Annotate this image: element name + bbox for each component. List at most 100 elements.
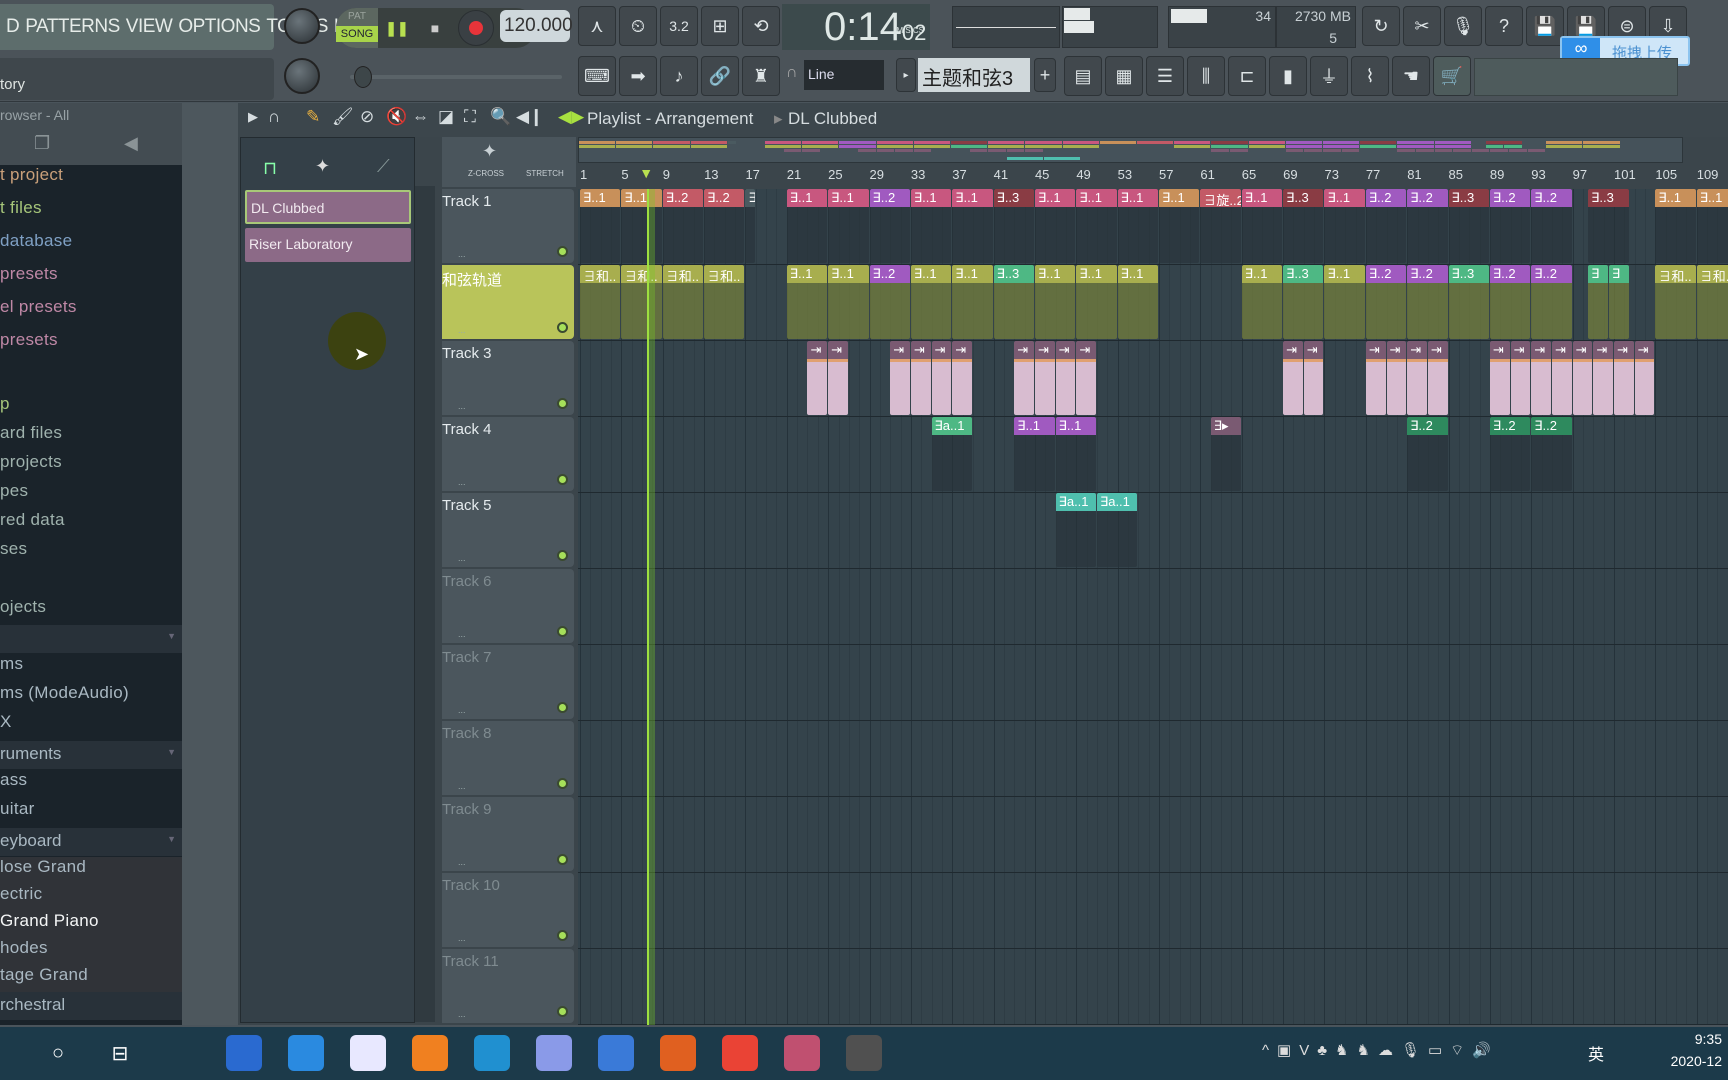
master-pitch-knob[interactable] bbox=[284, 58, 320, 94]
playlist-clip[interactable]: ∃..1 bbox=[580, 189, 621, 263]
browser-item[interactable]: hodes bbox=[0, 938, 48, 958]
track-header[interactable]: Track 4... bbox=[442, 417, 574, 491]
tempo-display[interactable]: 120.000 bbox=[500, 10, 573, 42]
playlist-clip[interactable]: ∃a..1 bbox=[931, 417, 972, 491]
arrow-icon[interactable]: ➡ bbox=[619, 56, 657, 96]
track-header[interactable]: Track 11... bbox=[442, 949, 574, 1023]
mixer-icon[interactable]: ⫼ bbox=[1187, 56, 1225, 96]
undo-icon[interactable]: ↻ bbox=[1362, 6, 1400, 46]
track-options[interactable]: ... bbox=[458, 629, 466, 639]
playlist-clip[interactable]: ∃..1 bbox=[1117, 265, 1159, 339]
track-header[interactable]: Track 9... bbox=[442, 797, 574, 871]
browser-title[interactable]: rowser - All bbox=[0, 103, 182, 123]
track-header[interactable]: Track 6... bbox=[442, 569, 574, 643]
timeline-ruler[interactable]: 1 5 9 13 17 21 25 29 33 37 41 45 49 53 57 61 65 69 73 77 81 8… bbox=[578, 163, 1728, 187]
playlist-overview-scrollbar[interactable] bbox=[578, 137, 1683, 163]
menu-item-options[interactable]: OPTIONS bbox=[178, 16, 261, 38]
piano-roll-icon[interactable]: ▦ bbox=[1105, 56, 1143, 96]
browser-item[interactable]: pes bbox=[0, 481, 28, 501]
track-mute-toggle[interactable] bbox=[557, 322, 568, 333]
pencil-icon[interactable]: ✎ bbox=[306, 107, 320, 127]
playlist-clip[interactable]: ∃..2 bbox=[1365, 265, 1407, 339]
help-icon[interactable]: ? bbox=[1485, 6, 1523, 46]
browser-item[interactable]: ms bbox=[0, 654, 23, 674]
track-options[interactable]: ... bbox=[458, 249, 466, 259]
browser-item[interactable]: X bbox=[0, 712, 12, 732]
playlist-clip[interactable]: ∃..2 bbox=[1489, 417, 1531, 491]
edge-icon[interactable] bbox=[474, 1035, 510, 1071]
project-icon[interactable]: ▮ bbox=[1269, 56, 1307, 96]
track-mute-toggle[interactable] bbox=[557, 854, 568, 865]
playlist-clip[interactable]: ∃..3 bbox=[993, 189, 1034, 263]
audio-icon[interactable]: ✦ bbox=[315, 156, 330, 177]
playlist-clip[interactable]: ∃ bbox=[1608, 265, 1629, 339]
track-mute-toggle[interactable] bbox=[557, 246, 568, 257]
arrangement-grid[interactable]: ∃..1 ∃..1 ∃..2 ∃..2 ∃ ∃..1 ∃..1 ∃..2 ∃..1 ∃..1 ∃..… bbox=[578, 189, 1728, 1025]
track-options[interactable]: ... bbox=[458, 857, 466, 867]
store-icon[interactable] bbox=[226, 1035, 262, 1071]
typing-keyboard-icon[interactable]: ⌨ bbox=[578, 56, 616, 96]
playlist-clip[interactable]: ⇥ bbox=[828, 341, 848, 415]
playlist-clip[interactable]: ⇥ bbox=[807, 341, 828, 415]
track-options[interactable]: ... bbox=[458, 325, 466, 335]
playhead-marker[interactable]: ▼ bbox=[639, 165, 653, 181]
add-pattern-button[interactable]: + bbox=[1034, 58, 1056, 92]
playlist-clip[interactable]: ∃..1 bbox=[1034, 265, 1076, 339]
stretch-label[interactable]: STRETCH bbox=[526, 169, 564, 178]
playlist-clip[interactable]: ∃..3 bbox=[1283, 265, 1324, 339]
playlist-icon[interactable]: ▤ bbox=[1064, 56, 1102, 96]
playlist-clip[interactable]: ⇥ bbox=[1303, 341, 1324, 415]
playlist-clip[interactable]: ⇥ bbox=[890, 341, 910, 415]
browser-item[interactable]: t project bbox=[0, 165, 63, 185]
track-options[interactable]: ... bbox=[458, 401, 466, 411]
browser-item[interactable]: ass bbox=[0, 770, 27, 790]
playlist-clip[interactable]: ⇥ bbox=[931, 341, 952, 415]
track-header[interactable]: Track 1... bbox=[442, 189, 574, 263]
playlist-clip[interactable]: ⇥ bbox=[1055, 341, 1076, 415]
browser-section-header[interactable]: eyboard ▼ bbox=[0, 828, 182, 856]
playlist-clip[interactable]: ∃a..1 bbox=[1055, 493, 1096, 567]
system-tray-icons[interactable]: ^▣V♣♞♞☁🎙▭⌔🔊 bbox=[1262, 1041, 1499, 1060]
playlist-clip[interactable]: ⇥ bbox=[1531, 341, 1551, 415]
menu-item-d[interactable]: D bbox=[6, 16, 20, 38]
select-icon[interactable]: ⛶ bbox=[464, 107, 476, 127]
playlist-clip[interactable]: ∃..1 bbox=[786, 189, 828, 263]
lamp-icon[interactable]: ⌇ bbox=[1351, 56, 1389, 96]
track-options[interactable]: ... bbox=[458, 1009, 466, 1019]
browser-section-header[interactable]: ruments ▼ bbox=[0, 741, 182, 769]
playlist-clip[interactable]: ∃和.. bbox=[704, 265, 745, 339]
file-explorer-icon[interactable] bbox=[164, 1035, 200, 1071]
cut-icon[interactable]: ✂ bbox=[1403, 6, 1441, 46]
playlist-clip[interactable]: ∃ bbox=[745, 189, 755, 263]
slip-icon[interactable]: ⇔ bbox=[412, 107, 429, 127]
track-mute-toggle[interactable] bbox=[557, 1006, 568, 1017]
track-options[interactable]: ... bbox=[458, 553, 466, 563]
piano-icon[interactable]: ⊓ bbox=[263, 158, 277, 179]
ime-indicator[interactable]: 英 bbox=[1588, 1041, 1604, 1065]
pattern-prev-button[interactable]: ▸ bbox=[896, 58, 916, 92]
pattern-selector[interactable]: 主题和弦3 bbox=[918, 58, 1030, 92]
playlist-clip[interactable]: ∃..1 bbox=[1076, 265, 1117, 339]
playlist-clip[interactable]: ∃..2 bbox=[1489, 265, 1531, 339]
playlist-clip[interactable]: ∃..1 bbox=[952, 265, 993, 339]
playlist-clip[interactable]: ∃..1 bbox=[1655, 189, 1696, 263]
multilink-icon[interactable]: ♜ bbox=[742, 56, 780, 96]
chrome-icon[interactable] bbox=[722, 1035, 758, 1071]
playlist-clip[interactable]: ∃..2 bbox=[1407, 189, 1448, 263]
playlist-clip[interactable]: ∃..1 bbox=[1076, 189, 1117, 263]
browser-item[interactable]: presets bbox=[0, 330, 58, 350]
browser-item[interactable]: ard files bbox=[0, 423, 62, 443]
track-mute-toggle[interactable] bbox=[557, 778, 568, 789]
mail-icon[interactable] bbox=[288, 1035, 324, 1071]
picker-item-dl-clubbed[interactable]: DL Clubbed bbox=[245, 190, 411, 224]
master-pitch-slider[interactable] bbox=[350, 66, 562, 88]
app-icon[interactable] bbox=[350, 1035, 386, 1071]
microphone-icon[interactable]: 🎙 bbox=[1444, 6, 1482, 46]
track-options[interactable]: ... bbox=[458, 705, 466, 715]
slice-icon[interactable]: ◪ bbox=[438, 107, 454, 127]
playlist-clip[interactable]: ∃..2 bbox=[869, 265, 910, 339]
track-header[interactable]: 和弦轨道... bbox=[442, 265, 574, 339]
playlist-clip[interactable]: ∃a..1 bbox=[1097, 493, 1138, 567]
playlist-clip[interactable]: ∃和.. bbox=[621, 265, 662, 339]
playlist-clip[interactable]: ⇥ bbox=[1407, 341, 1427, 415]
